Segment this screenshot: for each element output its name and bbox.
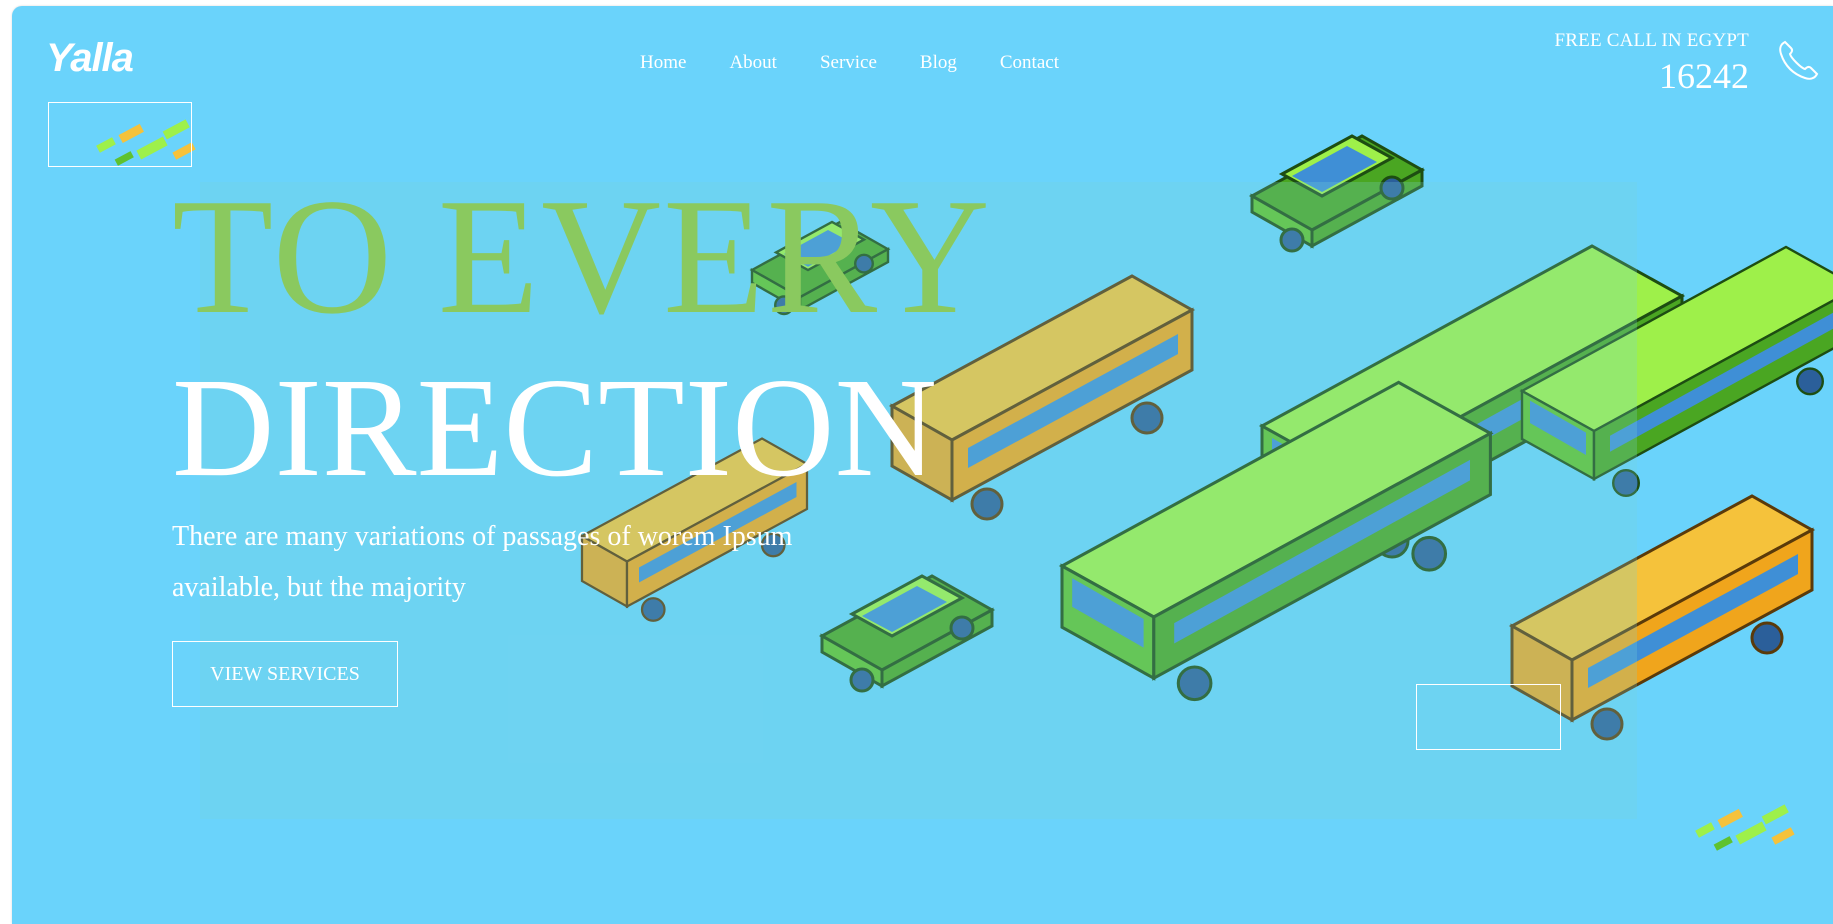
nav-about[interactable]: About (729, 52, 777, 74)
nav-service[interactable]: Service (820, 52, 877, 74)
phone-icon[interactable] (1777, 38, 1819, 82)
view-services-button[interactable]: VIEW SERVICES (172, 641, 398, 707)
nav-contact[interactable]: Contact (1000, 52, 1059, 74)
call-label: FREE CALL IN EGYPT (1554, 30, 1749, 51)
hero-description: There are many variations of passages of… (172, 521, 793, 603)
hero-headline-line1: TO EVERY (172, 164, 992, 348)
call-number[interactable]: 16242 (1555, 56, 1749, 96)
thumbnail-vehicles[interactable] (48, 102, 192, 167)
call-info: FREE CALL IN EGYPT 16242 (1555, 30, 1749, 96)
thumbnail-vehicles[interactable] (1416, 684, 1561, 750)
nav-home[interactable]: Home (640, 52, 686, 74)
page-frame: Yalla Home About Service Blog Contact FR… (12, 6, 1833, 924)
nav-blog[interactable]: Blog (920, 52, 957, 74)
hero-headline-line2: DIRECTION (172, 348, 938, 506)
brand-logo[interactable]: Yalla (46, 36, 134, 81)
main-nav: Home About Service Blog Contact (640, 52, 1102, 74)
